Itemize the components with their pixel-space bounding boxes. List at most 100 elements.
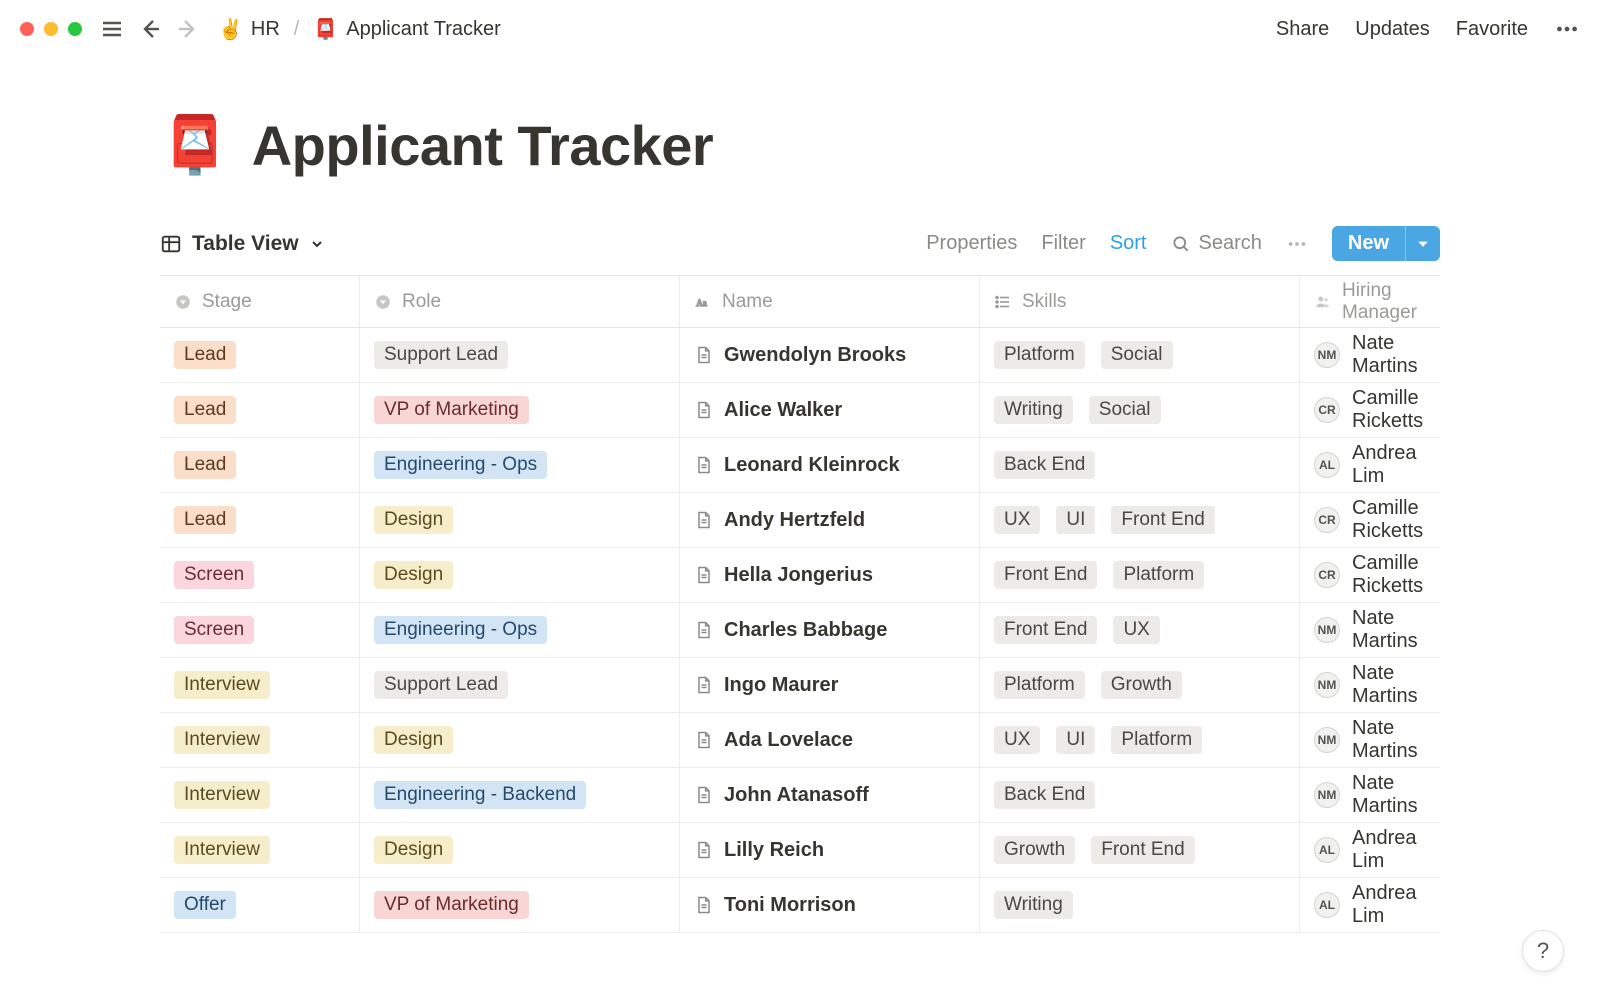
- cell-stage[interactable]: Lead: [160, 493, 360, 547]
- cell-skills[interactable]: Back End: [980, 438, 1300, 492]
- column-header-skills[interactable]: Skills: [980, 276, 1300, 327]
- cell-stage[interactable]: Interview: [160, 713, 360, 767]
- help-button[interactable]: ?: [1522, 930, 1564, 972]
- favorite-button[interactable]: Favorite: [1456, 18, 1528, 41]
- maximize-window-icon[interactable]: [68, 22, 82, 36]
- cell-role[interactable]: Design: [360, 548, 680, 602]
- cell-role[interactable]: Engineering - Ops: [360, 603, 680, 657]
- cell-skills[interactable]: PlatformGrowth: [980, 658, 1300, 712]
- cell-skills[interactable]: Front EndUX: [980, 603, 1300, 657]
- hiring-manager: NM Nate Martins: [1314, 662, 1426, 708]
- table-row[interactable]: Offer VP of Marketing Toni Morrison Writ…: [160, 878, 1440, 933]
- filter-button[interactable]: Filter: [1041, 232, 1085, 255]
- cell-name[interactable]: Charles Babbage: [680, 603, 980, 657]
- cell-role[interactable]: Design: [360, 713, 680, 767]
- table-row[interactable]: Screen Design Hella Jongerius Front EndP…: [160, 548, 1440, 603]
- database-more-icon[interactable]: [1286, 233, 1308, 255]
- cell-manager[interactable]: AL Andrea Lim: [1300, 823, 1440, 877]
- cell-stage[interactable]: Screen: [160, 548, 360, 602]
- cell-manager[interactable]: NM Nate Martins: [1300, 328, 1440, 382]
- cell-skills[interactable]: Front EndPlatform: [980, 548, 1300, 602]
- cell-name[interactable]: Leonard Kleinrock: [680, 438, 980, 492]
- table-row[interactable]: Lead VP of Marketing Alice Walker Writin…: [160, 383, 1440, 438]
- cell-stage[interactable]: Interview: [160, 768, 360, 822]
- page-emoji[interactable]: 📮: [160, 112, 230, 178]
- cell-manager[interactable]: NM Nate Martins: [1300, 603, 1440, 657]
- cell-manager[interactable]: CR Camille Ricketts: [1300, 493, 1440, 547]
- cell-role[interactable]: VP of Marketing: [360, 383, 680, 437]
- avatar: NM: [1314, 617, 1340, 643]
- table-row[interactable]: Lead Engineering - Ops Leonard Kleinrock…: [160, 438, 1440, 493]
- minimize-window-icon[interactable]: [44, 22, 58, 36]
- table-row[interactable]: Lead Design Andy Hertzfeld UXUIFront End…: [160, 493, 1440, 548]
- sidebar-toggle-icon[interactable]: [100, 17, 124, 41]
- cell-skills[interactable]: UXUIPlatform: [980, 713, 1300, 767]
- cell-name[interactable]: Ada Lovelace: [680, 713, 980, 767]
- cell-skills[interactable]: Writing: [980, 878, 1300, 932]
- cell-skills[interactable]: UXUIFront End: [980, 493, 1300, 547]
- new-button-label[interactable]: New: [1332, 226, 1405, 261]
- cell-name[interactable]: Alice Walker: [680, 383, 980, 437]
- cell-manager[interactable]: CR Camille Ricketts: [1300, 548, 1440, 602]
- table-row[interactable]: Lead Support Lead Gwendolyn Brooks Platf…: [160, 328, 1440, 383]
- cell-stage[interactable]: Lead: [160, 328, 360, 382]
- page-title[interactable]: Applicant Tracker: [252, 113, 713, 178]
- tag: Lead: [174, 506, 236, 534]
- nav-back-icon[interactable]: [138, 17, 162, 41]
- column-header-name[interactable]: Aa Name: [680, 276, 980, 327]
- cell-stage[interactable]: Lead: [160, 438, 360, 492]
- breadcrumb-current[interactable]: 📮 Applicant Tracker: [309, 15, 504, 44]
- cell-stage[interactable]: Lead: [160, 383, 360, 437]
- cell-skills[interactable]: GrowthFront End: [980, 823, 1300, 877]
- cell-manager[interactable]: NM Nate Martins: [1300, 768, 1440, 822]
- column-header-role[interactable]: Role: [360, 276, 680, 327]
- nav-forward-icon[interactable]: [176, 17, 200, 41]
- close-window-icon[interactable]: [20, 22, 34, 36]
- cell-manager[interactable]: AL Andrea Lim: [1300, 438, 1440, 492]
- sort-button[interactable]: Sort: [1110, 232, 1147, 255]
- table-row[interactable]: Interview Design Lilly Reich GrowthFront…: [160, 823, 1440, 878]
- cell-role[interactable]: Support Lead: [360, 658, 680, 712]
- cell-manager[interactable]: NM Nate Martins: [1300, 713, 1440, 767]
- share-button[interactable]: Share: [1276, 18, 1329, 41]
- table-row[interactable]: Interview Design Ada Lovelace UXUIPlatfo…: [160, 713, 1440, 768]
- cell-stage[interactable]: Interview: [160, 823, 360, 877]
- cell-skills[interactable]: Back End: [980, 768, 1300, 822]
- view-switcher[interactable]: Table View: [160, 232, 325, 256]
- cell-role[interactable]: VP of Marketing: [360, 878, 680, 932]
- table-row[interactable]: Interview Support Lead Ingo Maurer Platf…: [160, 658, 1440, 713]
- cell-stage[interactable]: Offer: [160, 878, 360, 932]
- column-header-manager[interactable]: Hiring Manager: [1300, 276, 1440, 327]
- manager-name: Nate Martins: [1352, 772, 1426, 818]
- cell-name[interactable]: Gwendolyn Brooks: [680, 328, 980, 382]
- cell-name[interactable]: Ingo Maurer: [680, 658, 980, 712]
- updates-button[interactable]: Updates: [1355, 18, 1430, 41]
- search-button[interactable]: Search: [1171, 232, 1262, 255]
- cell-role[interactable]: Support Lead: [360, 328, 680, 382]
- table-row[interactable]: Screen Engineering - Ops Charles Babbage…: [160, 603, 1440, 658]
- cell-name[interactable]: Lilly Reich: [680, 823, 980, 877]
- table-row[interactable]: Interview Engineering - Backend John Ata…: [160, 768, 1440, 823]
- cell-role[interactable]: Design: [360, 823, 680, 877]
- cell-name[interactable]: Andy Hertzfeld: [680, 493, 980, 547]
- properties-button[interactable]: Properties: [926, 232, 1017, 255]
- cell-skills[interactable]: WritingSocial: [980, 383, 1300, 437]
- cell-stage[interactable]: Screen: [160, 603, 360, 657]
- cell-role[interactable]: Engineering - Backend: [360, 768, 680, 822]
- cell-role[interactable]: Design: [360, 493, 680, 547]
- window-controls: [20, 22, 82, 36]
- column-header-stage[interactable]: Stage: [160, 276, 360, 327]
- cell-name[interactable]: John Atanasoff: [680, 768, 980, 822]
- cell-name[interactable]: Hella Jongerius: [680, 548, 980, 602]
- cell-skills[interactable]: PlatformSocial: [980, 328, 1300, 382]
- cell-manager[interactable]: CR Camille Ricketts: [1300, 383, 1440, 437]
- cell-manager[interactable]: NM Nate Martins: [1300, 658, 1440, 712]
- cell-name[interactable]: Toni Morrison: [680, 878, 980, 932]
- cell-manager[interactable]: AL Andrea Lim: [1300, 878, 1440, 932]
- cell-role[interactable]: Engineering - Ops: [360, 438, 680, 492]
- breadcrumb-parent[interactable]: ✌️ HR: [214, 15, 284, 44]
- tag: Engineering - Backend: [374, 781, 586, 809]
- page-more-icon[interactable]: [1554, 16, 1580, 42]
- new-button-dropdown[interactable]: [1405, 226, 1440, 261]
- cell-stage[interactable]: Interview: [160, 658, 360, 712]
